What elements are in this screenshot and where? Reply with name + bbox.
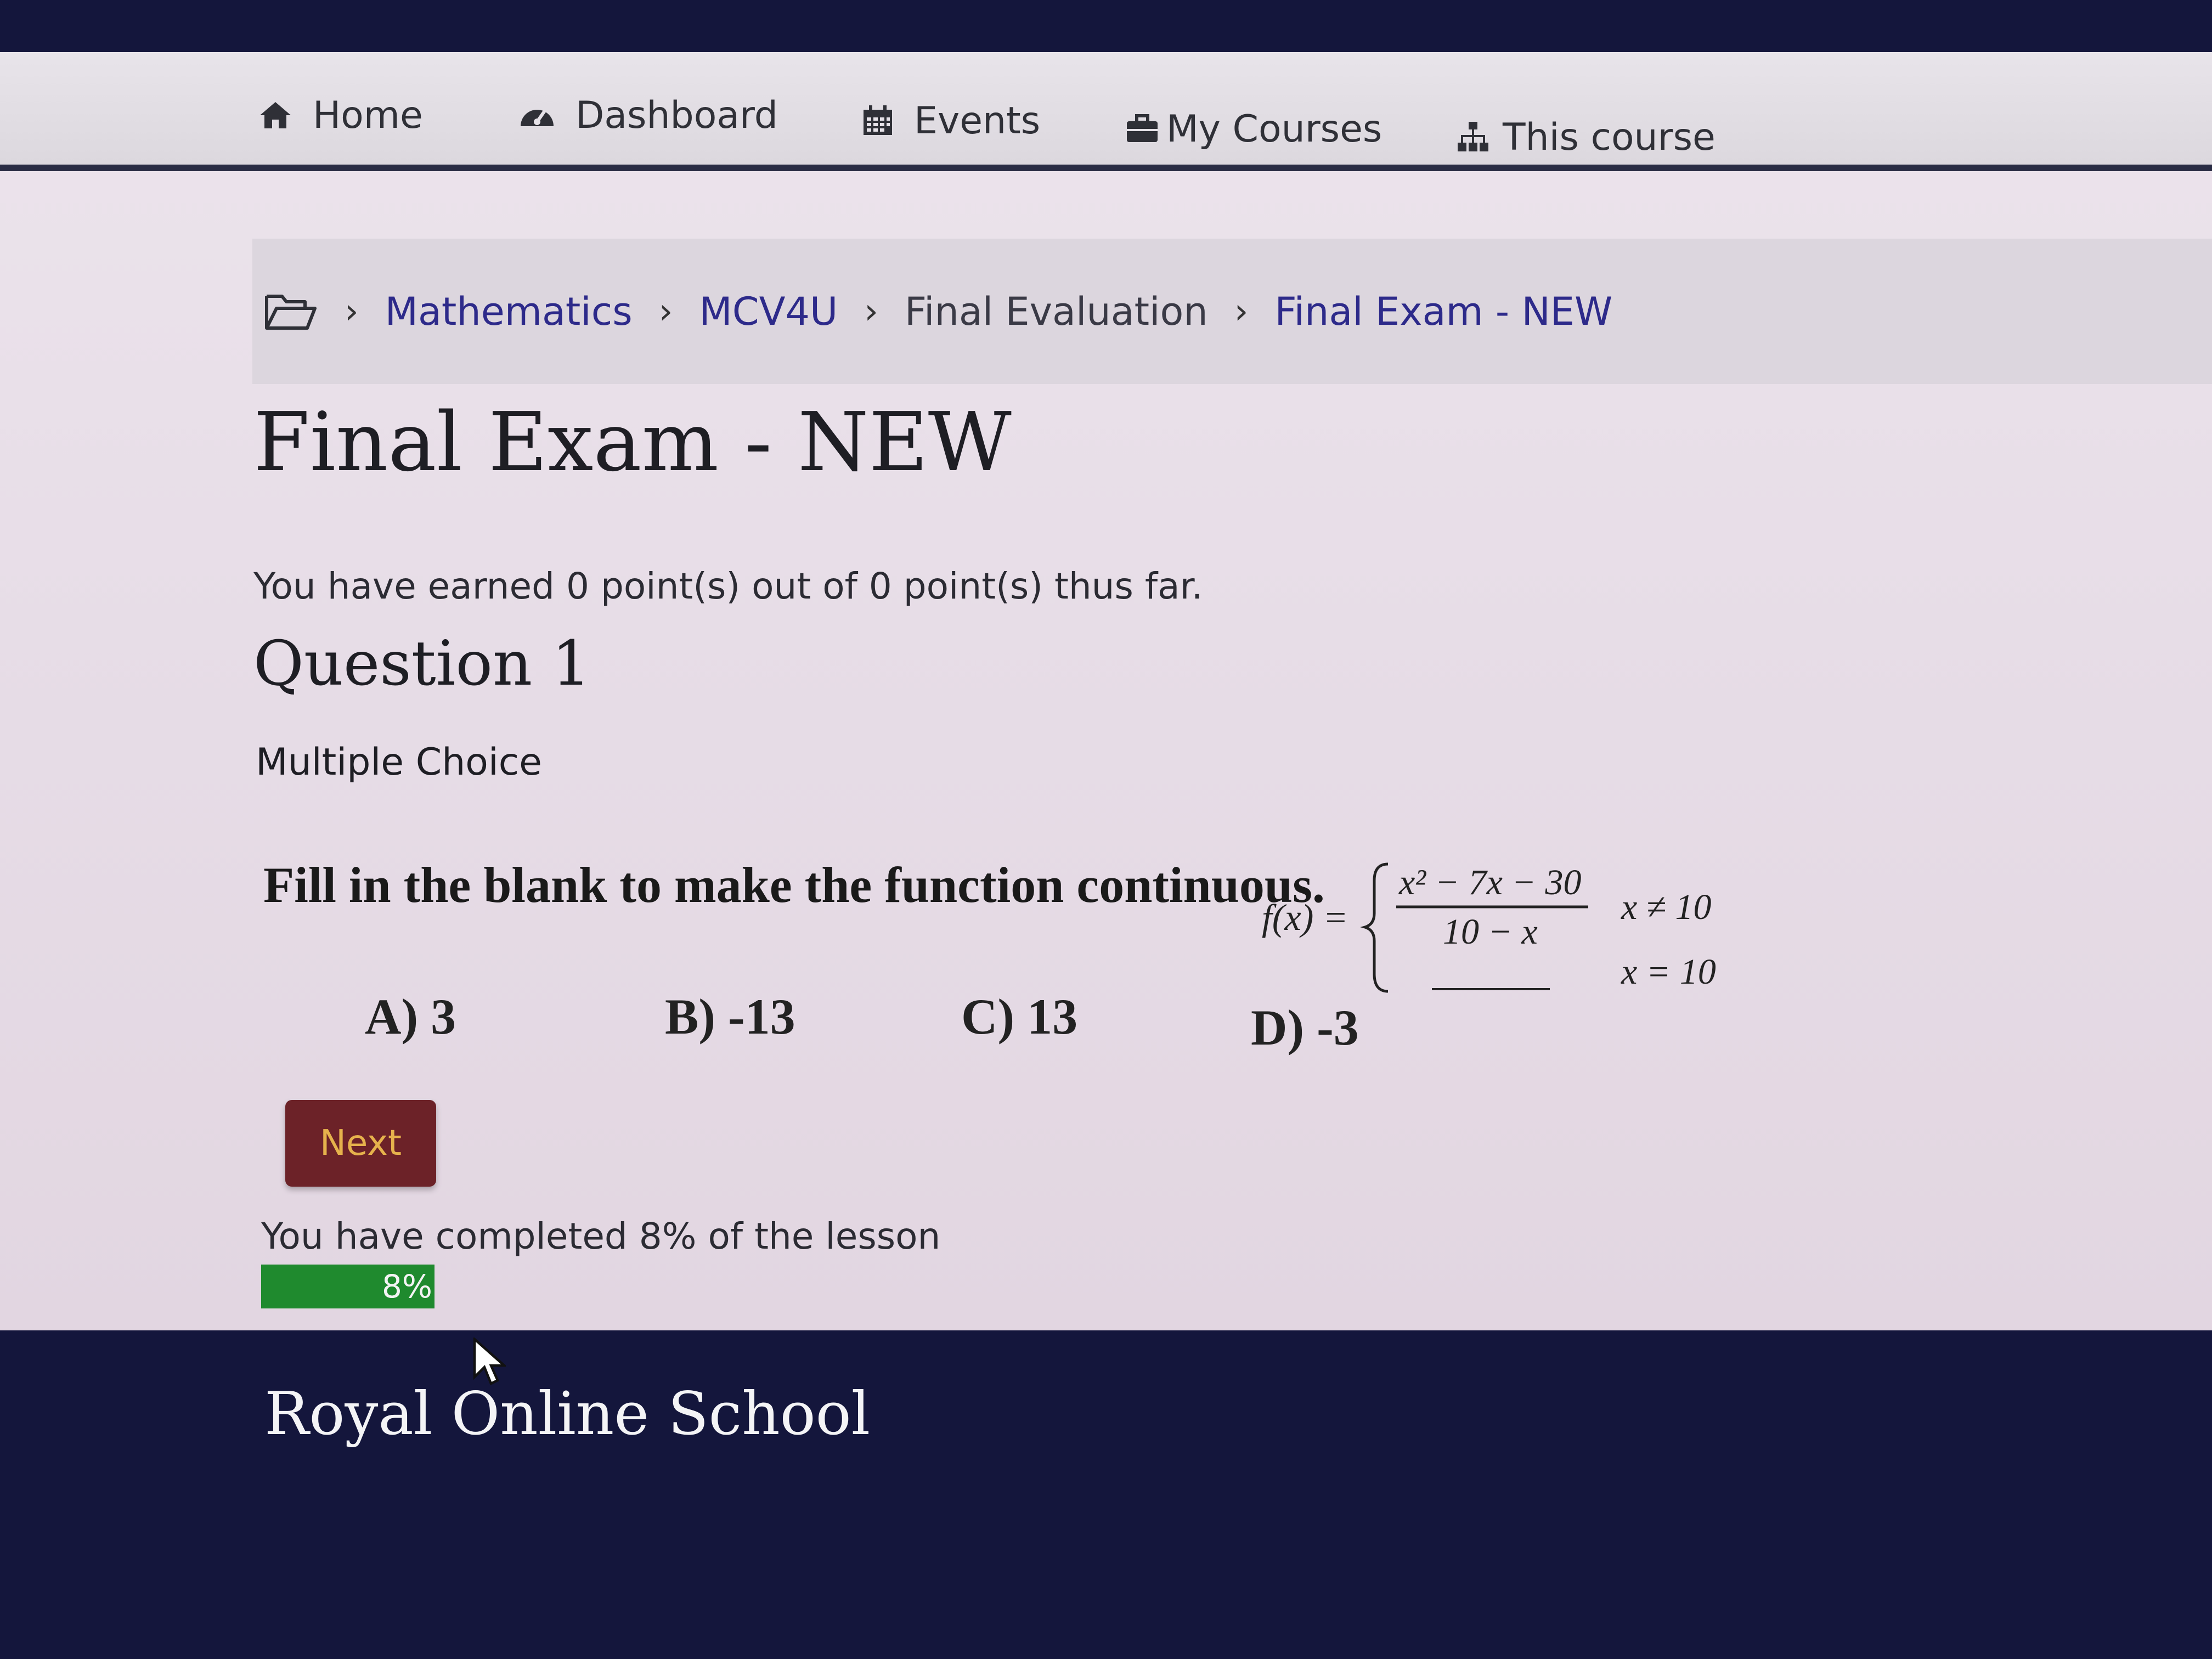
nav-dashboard[interactable]: Dashboard <box>518 93 778 137</box>
choice-d[interactable]: D) -3 <box>1251 998 1359 1057</box>
home-icon <box>260 102 291 128</box>
breadcrumb-separator: › <box>345 291 359 332</box>
next-button[interactable]: Next <box>285 1100 436 1187</box>
nav-my-courses[interactable]: My Courses <box>1125 107 1382 151</box>
nav-dashboard-label: Dashboard <box>575 93 778 137</box>
breadcrumb: › Mathematics › MCV4U › Final Evaluation… <box>252 239 2212 384</box>
dashboard-icon <box>521 110 554 126</box>
formula-denominator: 10 − x <box>1443 912 1538 952</box>
top-navbar: Home Dashboard Events My Courses This co… <box>0 52 2212 171</box>
progress-text: 8% <box>381 1268 432 1305</box>
question-type: Multiple Choice <box>256 741 543 784</box>
folder-icon <box>265 294 317 330</box>
mouse-cursor-icon <box>473 1338 506 1386</box>
formula-numerator: x² − 7x − 30 <box>1398 862 1581 902</box>
piecewise-function: f(x) = x² − 7x − 30 10 − x x ≠ 10 x = 10 <box>1262 862 1716 993</box>
nav-home-label: Home <box>313 93 423 137</box>
footer-school-name: Royal Online School <box>264 1380 871 1448</box>
formula-condition-2: x = 10 <box>1621 952 1716 992</box>
nav-this-course-label: This course <box>1503 115 1716 159</box>
page-title: Final Exam - NEW <box>253 395 1012 489</box>
choice-a[interactable]: A) 3 <box>365 988 456 1046</box>
breadcrumb-separator: › <box>864 291 878 332</box>
browser-page: Home Dashboard Events My Courses This co… <box>0 52 2212 1330</box>
formula-condition-1: x ≠ 10 <box>1621 887 1712 927</box>
breadcrumb-final-exam[interactable]: Final Exam - NEW <box>1274 289 1612 334</box>
question-title: Question 1 <box>253 628 591 699</box>
sitemap-icon <box>1458 122 1488 151</box>
nav-this-course[interactable]: This course <box>1457 115 1716 159</box>
breadcrumb-mathematics[interactable]: Mathematics <box>385 289 633 334</box>
nav-events[interactable]: Events <box>861 99 1040 143</box>
progress-label: You have completed 8% of the lesson <box>261 1215 941 1257</box>
breadcrumb-final-evaluation: Final Evaluation <box>904 289 1208 334</box>
formula-lhs: f(x) = <box>1262 896 1348 938</box>
breadcrumb-mcv4u[interactable]: MCV4U <box>699 289 838 334</box>
points-summary: You have earned 0 point(s) out of 0 poin… <box>253 565 1203 607</box>
nav-my-courses-label: My Courses <box>1166 107 1383 151</box>
nav-home[interactable]: Home <box>258 93 423 137</box>
formula-brace <box>1360 862 1389 993</box>
question-text: Fill in the blank to make the function c… <box>263 857 1325 913</box>
choice-b[interactable]: B) -13 <box>665 988 795 1046</box>
choice-c[interactable]: C) 13 <box>961 988 1077 1046</box>
breadcrumb-separator: › <box>658 291 673 332</box>
progress-bar: 8% <box>261 1265 435 1308</box>
calendar-icon <box>864 105 892 135</box>
briefcase-icon <box>1127 114 1158 142</box>
nav-events-label: Events <box>914 99 1041 143</box>
breadcrumb-separator: › <box>1234 291 1249 332</box>
